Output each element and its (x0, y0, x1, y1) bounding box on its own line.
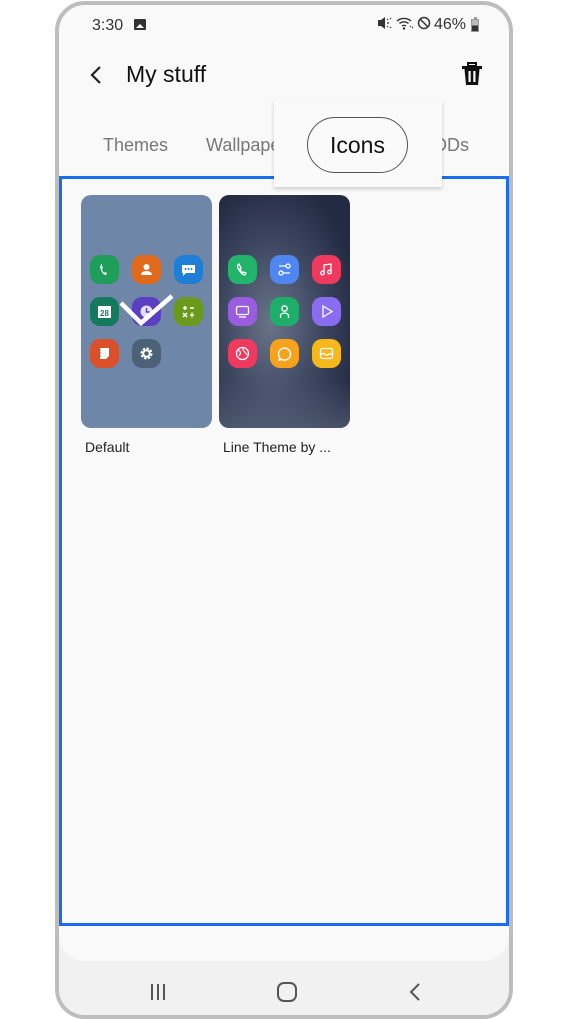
calculator-icon (174, 297, 203, 326)
music-icon (312, 255, 341, 284)
wifi-icon (396, 16, 414, 34)
item-line-theme[interactable]: Line Theme by ... (219, 195, 350, 455)
applied-checkmark-icon (119, 294, 174, 327)
status-bar: 3:30 46% (59, 5, 509, 45)
item-label: Line Theme by ... (223, 439, 331, 455)
nav-bar-divider (59, 927, 509, 961)
chevron-left-icon (90, 66, 101, 84)
back-icon (409, 983, 420, 1001)
gallery-notification-icon (134, 19, 146, 30)
do-not-disturb-icon (417, 16, 431, 34)
icons-tab-callout: Icons (274, 100, 442, 187)
item-default[interactable]: 28 Default (81, 195, 212, 455)
status-time: 3:30 (92, 17, 124, 34)
gallery-icon (312, 339, 341, 368)
mute-icon (377, 16, 393, 34)
battery-percent: 46% (433, 16, 466, 33)
contacts-icon (270, 297, 299, 326)
back-button[interactable] (85, 61, 109, 89)
home-button[interactable] (272, 979, 302, 1005)
home-icon (277, 982, 297, 1002)
tab-wallpapers[interactable]: Wallpapers (206, 135, 274, 156)
recents-button[interactable] (143, 979, 173, 1005)
calendar-icon: 28 (90, 297, 119, 326)
item-label: Default (85, 439, 130, 455)
tab-aods[interactable]: AODs (439, 135, 469, 156)
item-thumbnail: 28 (81, 195, 212, 428)
items-grid: 28 Default Line Theme by ... (81, 195, 350, 455)
settings-icon (132, 339, 161, 368)
svg-text:28: 28 (100, 309, 109, 318)
trash-icon (462, 62, 482, 85)
contacts-icon (132, 255, 161, 284)
messages-icon (174, 255, 203, 284)
page-title: My stuff (126, 61, 207, 87)
internet-icon (228, 339, 257, 368)
app-bar: My stuff (59, 53, 509, 97)
delete-button[interactable] (457, 59, 487, 89)
chat-icon (270, 339, 299, 368)
connections-icon (270, 255, 299, 284)
phone-icon (228, 255, 257, 284)
tv-icon (228, 297, 257, 326)
recents-icon (151, 984, 165, 1000)
item-thumbnail (219, 195, 350, 428)
navigation-bar (59, 927, 509, 1015)
notes-icon (90, 339, 119, 368)
phone-icon (90, 255, 119, 284)
nav-back-button[interactable] (400, 979, 430, 1005)
status-icons: 46% (377, 16, 479, 34)
battery-icon (471, 16, 479, 32)
play-icon (312, 297, 341, 326)
tab-icons[interactable]: Icons (307, 117, 408, 173)
phone-frame: 3:30 46% My stuff Themes Wallpap Ds Icon… (55, 1, 513, 1019)
tab-themes[interactable]: Themes (103, 135, 168, 156)
